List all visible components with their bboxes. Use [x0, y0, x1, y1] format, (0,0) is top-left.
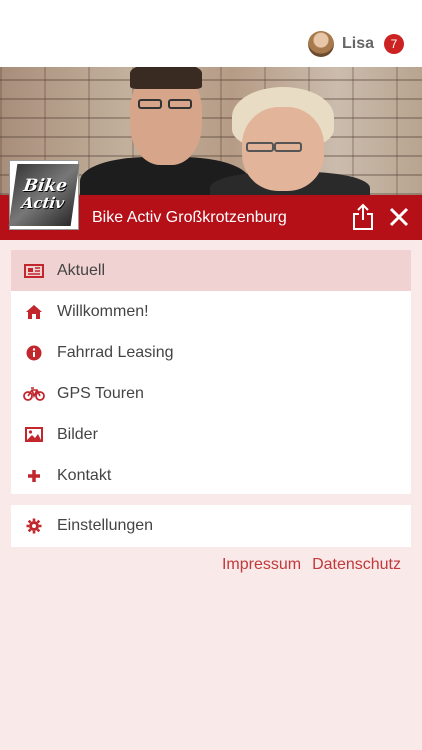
close-button[interactable] — [386, 204, 412, 230]
navigation-menu: Aktuell Willkommen! Fahrrad Leasing GPS … — [11, 250, 411, 494]
avatar[interactable] — [307, 31, 334, 57]
gear-icon — [23, 517, 45, 535]
menu-item-einstellungen[interactable]: Einstellungen — [11, 505, 411, 547]
user-name[interactable]: Lisa — [342, 35, 374, 53]
app-title: Bike Activ Großkrotzenburg — [92, 209, 287, 226]
impressum-link[interactable]: Impressum — [222, 556, 301, 574]
datenschutz-link[interactable]: Datenschutz — [312, 556, 401, 574]
image-icon — [23, 426, 45, 444]
home-icon — [23, 303, 45, 321]
plus-icon — [23, 467, 45, 485]
menu-item-kontakt[interactable]: Kontakt — [11, 455, 411, 496]
notification-badge[interactable]: 7 — [384, 34, 404, 54]
share-button[interactable] — [350, 203, 376, 231]
footer-links: Impressum Datenschutz — [222, 556, 401, 574]
brand-logo: Bike Activ — [8, 160, 80, 230]
user-profile[interactable]: Lisa 7 — [307, 30, 404, 58]
share-icon — [353, 203, 373, 230]
top-bar: Lisa 7 — [0, 0, 422, 67]
menu-item-aktuell[interactable]: Aktuell — [11, 250, 411, 291]
menu-item-willkommen[interactable]: Willkommen! — [11, 291, 411, 332]
info-icon — [23, 344, 45, 362]
newspaper-icon — [23, 262, 45, 280]
menu-item-bilder[interactable]: Bilder — [11, 414, 411, 455]
bicycle-icon — [23, 385, 45, 403]
menu-item-fahrrad-leasing[interactable]: Fahrrad Leasing — [11, 332, 411, 373]
close-icon — [389, 207, 409, 227]
menu-item-gps-touren[interactable]: GPS Touren — [11, 373, 411, 414]
